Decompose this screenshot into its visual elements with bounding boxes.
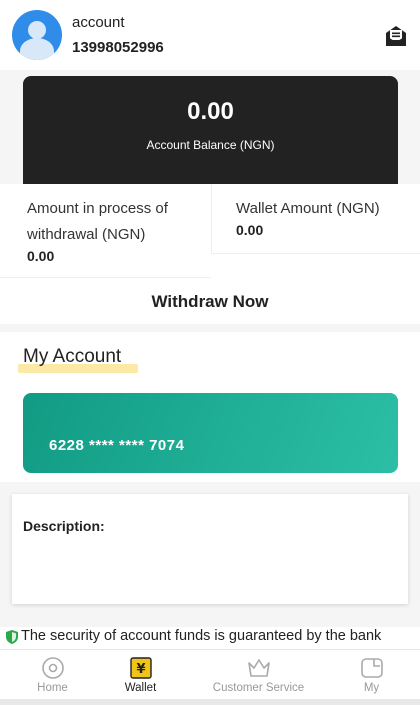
balance-label: Account Balance (NGN) [146, 138, 275, 152]
home-icon [41, 657, 64, 679]
wallet-icon: ¥ [129, 657, 152, 679]
withdrawal-stat: Amount in process of withdrawal (NGN) 0.… [0, 184, 211, 278]
balance-value: 0.00 [187, 98, 234, 125]
mail-icon[interactable] [382, 22, 410, 50]
card-number: 6228 **** **** 7074 [49, 437, 185, 454]
profile-icon [360, 658, 383, 678]
wallet-label: Wallet Amount (NGN) [236, 200, 380, 217]
stats-panel: Amount in process of withdrawal (NGN) 0.… [0, 184, 420, 280]
my-account-heading: My Account [18, 346, 138, 374]
bank-card[interactable]: 6228 **** **** 7074 [23, 393, 398, 473]
security-notice: The security of account funds is guarant… [0, 627, 420, 649]
svg-text:¥: ¥ [136, 662, 145, 677]
tab-customer-service-label: Customer Service [212, 682, 305, 694]
bottom-strip [0, 699, 420, 705]
avatar-head-icon [28, 21, 46, 39]
my-account-title: My Account [23, 346, 122, 367]
tab-wallet[interactable]: ¥ Wallet [88, 650, 193, 700]
avatar-body-icon [20, 38, 54, 60]
withdraw-now-button[interactable]: Withdraw Now [0, 280, 420, 324]
header: account 13998052996 [0, 0, 420, 70]
crown-icon [247, 659, 270, 677]
balance-card: 0.00 Account Balance (NGN) [23, 76, 398, 184]
withdrawal-value: 0.00 [27, 248, 55, 264]
description-section: Description: [0, 490, 420, 614]
account-phone: 13998052996 [72, 39, 164, 56]
security-text: The security of account funds is guarant… [21, 628, 382, 644]
tab-wallet-label: Wallet [124, 682, 157, 694]
shield-icon [6, 630, 18, 644]
account-label: account [72, 14, 125, 31]
bottom-tab-bar: Home ¥ Wallet Customer Service My [0, 649, 420, 699]
description-box: Description: [12, 494, 408, 604]
tab-my[interactable]: My [319, 650, 420, 700]
wallet-stat: Wallet Amount (NGN) 0.00 [211, 184, 420, 254]
tab-customer-service[interactable]: Customer Service [206, 650, 311, 700]
avatar[interactable] [12, 10, 62, 60]
description-label: Description: [23, 518, 105, 534]
tab-my-label: My [363, 682, 380, 694]
my-account-section: My Account 6228 **** **** 7074 [0, 332, 420, 482]
withdrawal-label: Amount in process of withdrawal (NGN) [27, 200, 168, 243]
wallet-value: 0.00 [236, 222, 264, 238]
